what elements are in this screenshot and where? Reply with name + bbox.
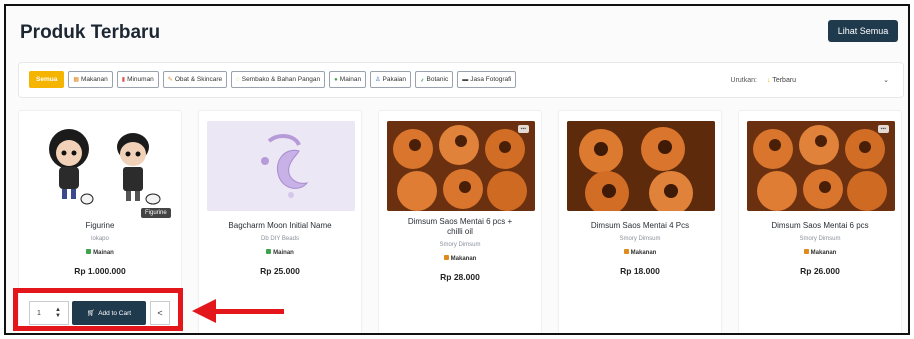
- category-icon: [803, 249, 809, 254]
- drink-icon: ▮: [121, 77, 126, 83]
- annotation-arrow-line: [216, 309, 284, 314]
- product-seller: Smory Dimsum: [799, 236, 841, 242]
- highlight-box: [13, 288, 183, 331]
- product-category: Makanan: [379, 255, 541, 262]
- chip-label: Makanan: [81, 76, 108, 83]
- product-name: Dimsum Saos Mentai 6 pcs: [771, 221, 869, 230]
- product-seller: lokapo: [91, 236, 109, 242]
- category-label: Mainan: [93, 250, 114, 256]
- product-card[interactable]: Bagcharm Moon Initial Name Db DIY Beads …: [198, 110, 362, 333]
- category-label: Makanan: [450, 256, 477, 262]
- product-price: Rp 1.000.000: [74, 266, 126, 276]
- page-frame: Produk Terbaru Lihat Semua Semua ▦ Makana…: [4, 4, 910, 335]
- clothes-icon: ♙: [375, 77, 381, 83]
- product-category: Makanan: [559, 249, 721, 256]
- category-icon: [443, 255, 449, 260]
- product-price: Rp 18.000: [620, 266, 660, 276]
- product-image: ▪▪▪: [387, 121, 535, 211]
- product-seller: Smory Dimsum: [619, 236, 661, 242]
- chip-minuman[interactable]: ▮ Minuman: [116, 71, 159, 88]
- chip-label: Sembako & Bahan Pangan: [241, 76, 321, 83]
- sort-control: Urutkan: ↓ Terbaru ⌄: [731, 71, 893, 89]
- section-header: Produk Terbaru Lihat Semua: [16, 18, 898, 48]
- product-image: [567, 121, 715, 211]
- product-category: Mainan: [199, 249, 361, 256]
- product-seller: Db DIY Beads: [261, 236, 299, 242]
- product-seller: Smory Dimsum: [439, 242, 481, 248]
- product-name: Bagcharm Moon Initial Name: [228, 221, 332, 230]
- filter-bar: Semua ▦ Makanan ▮ Minuman ✎ Obat & Skincare…: [18, 62, 904, 98]
- sort-label: Urutkan:: [730, 76, 757, 84]
- chip-jasa-fotografi[interactable]: ▬ Jasa Fotografi: [457, 71, 517, 88]
- groceries-icon: ◌: [236, 76, 240, 83]
- chevron-down-icon: ⌄: [883, 77, 889, 84]
- product-card[interactable]: ▪▪▪ Dimsum Saos Mentai 6 pcs + chilli oi…: [378, 110, 542, 333]
- product-image: ▪▪▪: [747, 121, 895, 211]
- product-name: Figurine: [85, 221, 115, 230]
- toy-icon: ●: [334, 76, 338, 83]
- annotation-arrow-head: [192, 299, 216, 323]
- section-title: Produk Terbaru: [20, 22, 161, 43]
- product-card[interactable]: ▪▪▪ Dimsum Saos Mentai 6 pcs Smory Dimsu…: [738, 110, 902, 333]
- product-price: Rp 25.000: [260, 266, 300, 276]
- chip-label: Botanic: [426, 76, 449, 83]
- product-image: [29, 121, 173, 211]
- product-image: [207, 121, 355, 211]
- figurine-girl-icon: [49, 129, 94, 205]
- category-chips: Semua ▦ Makanan ▮ Minuman ✎ Obat & Skincare…: [29, 71, 517, 88]
- category-icon: [86, 249, 92, 254]
- plant-icon: ⸙: [420, 77, 425, 84]
- category-label: Mainan: [273, 250, 294, 256]
- chip-sembako[interactable]: ◌ Sembako & Bahan Pangan: [231, 71, 326, 88]
- image-badge: ▪▪▪: [877, 125, 889, 133]
- chip-semua[interactable]: Semua: [29, 71, 65, 88]
- chip-makanan[interactable]: ▦ Makanan: [68, 71, 113, 88]
- chip-botanic[interactable]: ⸙ Botanic: [415, 71, 454, 88]
- image-badge: ▪▪▪: [517, 125, 529, 133]
- product-tooltip: Figurine: [141, 208, 171, 218]
- product-category: Makanan: [739, 249, 901, 256]
- chip-obat-skincare[interactable]: ✎ Obat & Skincare: [162, 71, 228, 88]
- product-card[interactable]: Dimsum Saos Mentai 4 Pcs Smory Dimsum Ma…: [558, 110, 722, 333]
- sort-value: Terbaru: [772, 76, 797, 84]
- product-price: Rp 26.000: [800, 266, 840, 276]
- product-name: Dimsum Saos Mentai 4 Pcs: [590, 221, 690, 230]
- medicine-icon: ✎: [167, 77, 173, 83]
- chip-mainan[interactable]: ● Mainan: [329, 71, 367, 88]
- chip-label: Semua: [36, 76, 58, 83]
- product-price: Rp 28.000: [440, 272, 480, 282]
- chip-label: Mainan: [339, 76, 362, 83]
- product-category: Mainan: [19, 249, 181, 256]
- food-icon: ▦: [73, 77, 79, 83]
- category-icon: [623, 249, 629, 254]
- figurine-boy-icon: [117, 133, 161, 205]
- product-name: Dimsum Saos Mentai 6 pcs + chilli oil: [407, 217, 513, 236]
- category-label: Makanan: [810, 250, 837, 256]
- sort-icon: ↓: [767, 76, 771, 84]
- camera-icon: ▬: [462, 76, 469, 83]
- category-icon: [266, 249, 272, 254]
- chip-label: Minuman: [127, 76, 154, 83]
- category-label: Makanan: [630, 250, 657, 256]
- see-all-button[interactable]: Lihat Semua: [828, 20, 898, 42]
- chip-label: Pakaian: [382, 76, 407, 83]
- chip-label: Jasa Fotografi: [470, 76, 512, 83]
- chip-label: Obat & Skincare: [174, 76, 223, 83]
- chip-pakaian[interactable]: ♙ Pakaian: [370, 71, 411, 88]
- sort-select[interactable]: ↓ Terbaru ⌄: [763, 71, 893, 89]
